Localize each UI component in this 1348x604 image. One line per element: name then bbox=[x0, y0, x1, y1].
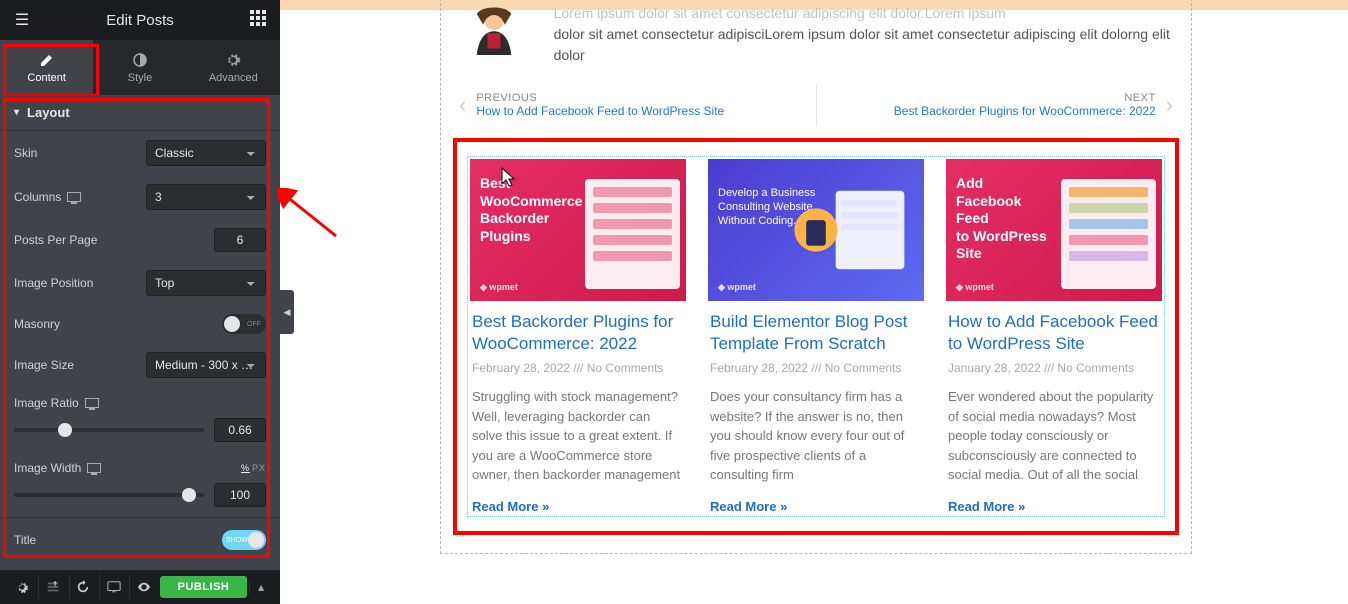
author-box: Lorem ipsum dolor sit amet consectetur a… bbox=[453, 0, 1179, 84]
columns-select[interactable]: 3 bbox=[146, 184, 266, 210]
preview-area: Lorem ipsum dolor sit amet consectetur a… bbox=[440, 0, 1192, 554]
publish-options-caret-icon[interactable]: ▴ bbox=[249, 580, 272, 594]
title-ctl-label: Title bbox=[14, 533, 146, 547]
post-meta: January 28, 2022 /// No Comments bbox=[948, 361, 1160, 375]
responsive-icon[interactable] bbox=[99, 575, 127, 599]
tab-advanced[interactable]: Advanced bbox=[187, 40, 280, 95]
post-card: Best WooCommerce Backorder Plugins wpmet… bbox=[470, 159, 686, 514]
panel-collapse-handle[interactable]: ◀ bbox=[280, 290, 294, 334]
control-columns: Columns 3 bbox=[0, 175, 280, 219]
post-thumbnail[interactable]: Develop a Business Consulting Website Wi… bbox=[708, 159, 924, 301]
panel-title: Edit Posts bbox=[34, 12, 246, 29]
nav-previous[interactable]: ‹ PREVIOUS How to Add Facebook Feed to W… bbox=[453, 84, 816, 126]
imgwidth-slider[interactable] bbox=[14, 493, 204, 497]
imgwidth-label: Image Width bbox=[14, 461, 241, 475]
section-layout-header[interactable]: Layout bbox=[0, 95, 280, 131]
post-thumbnail[interactable]: Add Facebook Feed to WordPress Site wpme… bbox=[946, 159, 1162, 301]
preview-icon[interactable] bbox=[129, 575, 157, 599]
editor-sidebar: ☰ Edit Posts Content Style Advanced Layo… bbox=[0, 0, 280, 604]
read-more-link[interactable]: Read More » bbox=[472, 499, 684, 514]
settings-icon[interactable] bbox=[8, 575, 36, 599]
post-meta: February 28, 2022 /// No Comments bbox=[472, 361, 684, 375]
imgsize-select[interactable]: Medium - 300 x 300 bbox=[146, 352, 266, 378]
apps-grid-icon[interactable] bbox=[246, 10, 270, 31]
nav-next[interactable]: NEXT Best Backorder Plugins for WooComme… bbox=[816, 84, 1180, 126]
skin-label: Skin bbox=[14, 146, 146, 160]
control-title: Title SHOW bbox=[0, 517, 280, 559]
post-navigation: ‹ PREVIOUS How to Add Facebook Feed to W… bbox=[453, 84, 1179, 126]
masonry-toggle[interactable]: OFF bbox=[222, 314, 266, 334]
chevron-left-icon: ‹ bbox=[459, 92, 466, 118]
tab-label: Style bbox=[128, 72, 152, 84]
skin-select[interactable]: Classic bbox=[146, 140, 266, 166]
annotation-highlight-posts: Best WooCommerce Backorder Plugins wpmet… bbox=[453, 138, 1179, 535]
imgratio-label: Image Ratio bbox=[14, 396, 266, 410]
post-title[interactable]: Best Backorder Plugins for WooCommerce: … bbox=[472, 311, 684, 355]
post-title[interactable]: How to Add Facebook Feed to WordPress Si… bbox=[948, 311, 1160, 355]
section-title: Layout bbox=[27, 105, 70, 120]
post-excerpt: Does your consultancy firm has a website… bbox=[710, 387, 922, 485]
post-thumbnail[interactable]: Best WooCommerce Backorder Plugins wpmet bbox=[470, 159, 686, 301]
chevron-right-icon: › bbox=[1166, 92, 1173, 118]
posts-grid: Best WooCommerce Backorder Plugins wpmet… bbox=[470, 159, 1162, 514]
imgratio-input[interactable] bbox=[214, 418, 266, 442]
unit-switch[interactable]: % PX bbox=[241, 463, 266, 473]
post-excerpt: Struggling with stock management? Well, … bbox=[472, 387, 684, 485]
nav-next-title: Best Backorder Plugins for WooCommerce: … bbox=[894, 104, 1156, 118]
tab-label: Content bbox=[27, 72, 66, 84]
responsive-desktop-icon[interactable] bbox=[87, 463, 101, 473]
history-icon[interactable] bbox=[69, 575, 97, 599]
sidebar-footer: PUBLISH ▴ bbox=[0, 570, 280, 604]
read-more-link[interactable]: Read More » bbox=[710, 499, 922, 514]
post-card: Add Facebook Feed to WordPress Site wpme… bbox=[946, 159, 1162, 514]
post-meta: February 28, 2022 /// No Comments bbox=[710, 361, 922, 375]
responsive-desktop-icon[interactable] bbox=[85, 398, 99, 408]
revisions-icon[interactable] bbox=[38, 575, 66, 599]
columns-label: Columns bbox=[14, 190, 146, 204]
ppp-input[interactable] bbox=[214, 228, 266, 252]
control-image-position: Image Position Top bbox=[0, 261, 280, 305]
menu-icon[interactable]: ☰ bbox=[10, 10, 34, 30]
ppp-label: Posts Per Page bbox=[14, 233, 146, 247]
control-image-width bbox=[0, 477, 280, 517]
post-card: Develop a Business Consulting Website Wi… bbox=[708, 159, 924, 514]
post-title[interactable]: Build Elementor Blog Post Template From … bbox=[710, 311, 922, 355]
tab-style[interactable]: Style bbox=[93, 40, 186, 95]
avatar bbox=[453, 3, 536, 53]
imgsize-label: Image Size bbox=[14, 358, 146, 372]
imgwidth-input[interactable] bbox=[214, 483, 266, 507]
panel-tabs: Content Style Advanced bbox=[0, 40, 280, 95]
nav-prev-label: PREVIOUS bbox=[476, 92, 724, 104]
responsive-desktop-icon[interactable] bbox=[67, 192, 81, 202]
masonry-label: Masonry bbox=[14, 317, 146, 331]
control-image-size: Image Size Medium - 300 x 300 bbox=[0, 343, 280, 387]
annotation-arrow bbox=[278, 188, 348, 248]
publish-button[interactable]: PUBLISH bbox=[160, 576, 248, 598]
imgpos-select[interactable]: Top bbox=[146, 270, 266, 296]
control-masonry: Masonry OFF bbox=[0, 305, 280, 343]
control-image-width-label-row: Image Width % PX bbox=[0, 452, 280, 477]
control-skin: Skin Classic bbox=[0, 131, 280, 175]
author-bio: Lorem ipsum dolor sit amet consectetur a… bbox=[554, 3, 1179, 66]
editor-canvas: Lorem ipsum dolor sit amet consectetur a… bbox=[280, 0, 1348, 604]
control-posts-per-page: Posts Per Page bbox=[0, 219, 280, 261]
control-image-ratio bbox=[0, 412, 280, 452]
sidebar-topbar: ☰ Edit Posts bbox=[0, 0, 280, 40]
control-image-ratio-label-row: Image Ratio bbox=[0, 387, 280, 412]
tab-content[interactable]: Content bbox=[0, 40, 93, 95]
read-more-link[interactable]: Read More » bbox=[948, 499, 1160, 514]
nav-next-label: NEXT bbox=[894, 92, 1156, 104]
section-wrapper[interactable]: Lorem ipsum dolor sit amet consectetur a… bbox=[440, 0, 1192, 554]
panel-body: Layout Skin Classic Columns 3 bbox=[0, 95, 280, 559]
posts-widget[interactable]: Best WooCommerce Backorder Plugins wpmet… bbox=[467, 156, 1165, 517]
nav-prev-title: How to Add Facebook Feed to WordPress Si… bbox=[476, 104, 724, 118]
title-toggle[interactable]: SHOW bbox=[222, 530, 266, 550]
post-excerpt: Ever wondered about the popularity of so… bbox=[948, 387, 1160, 485]
imgpos-label: Image Position bbox=[14, 276, 146, 290]
imgratio-slider[interactable] bbox=[14, 428, 204, 432]
tab-label: Advanced bbox=[209, 72, 258, 84]
